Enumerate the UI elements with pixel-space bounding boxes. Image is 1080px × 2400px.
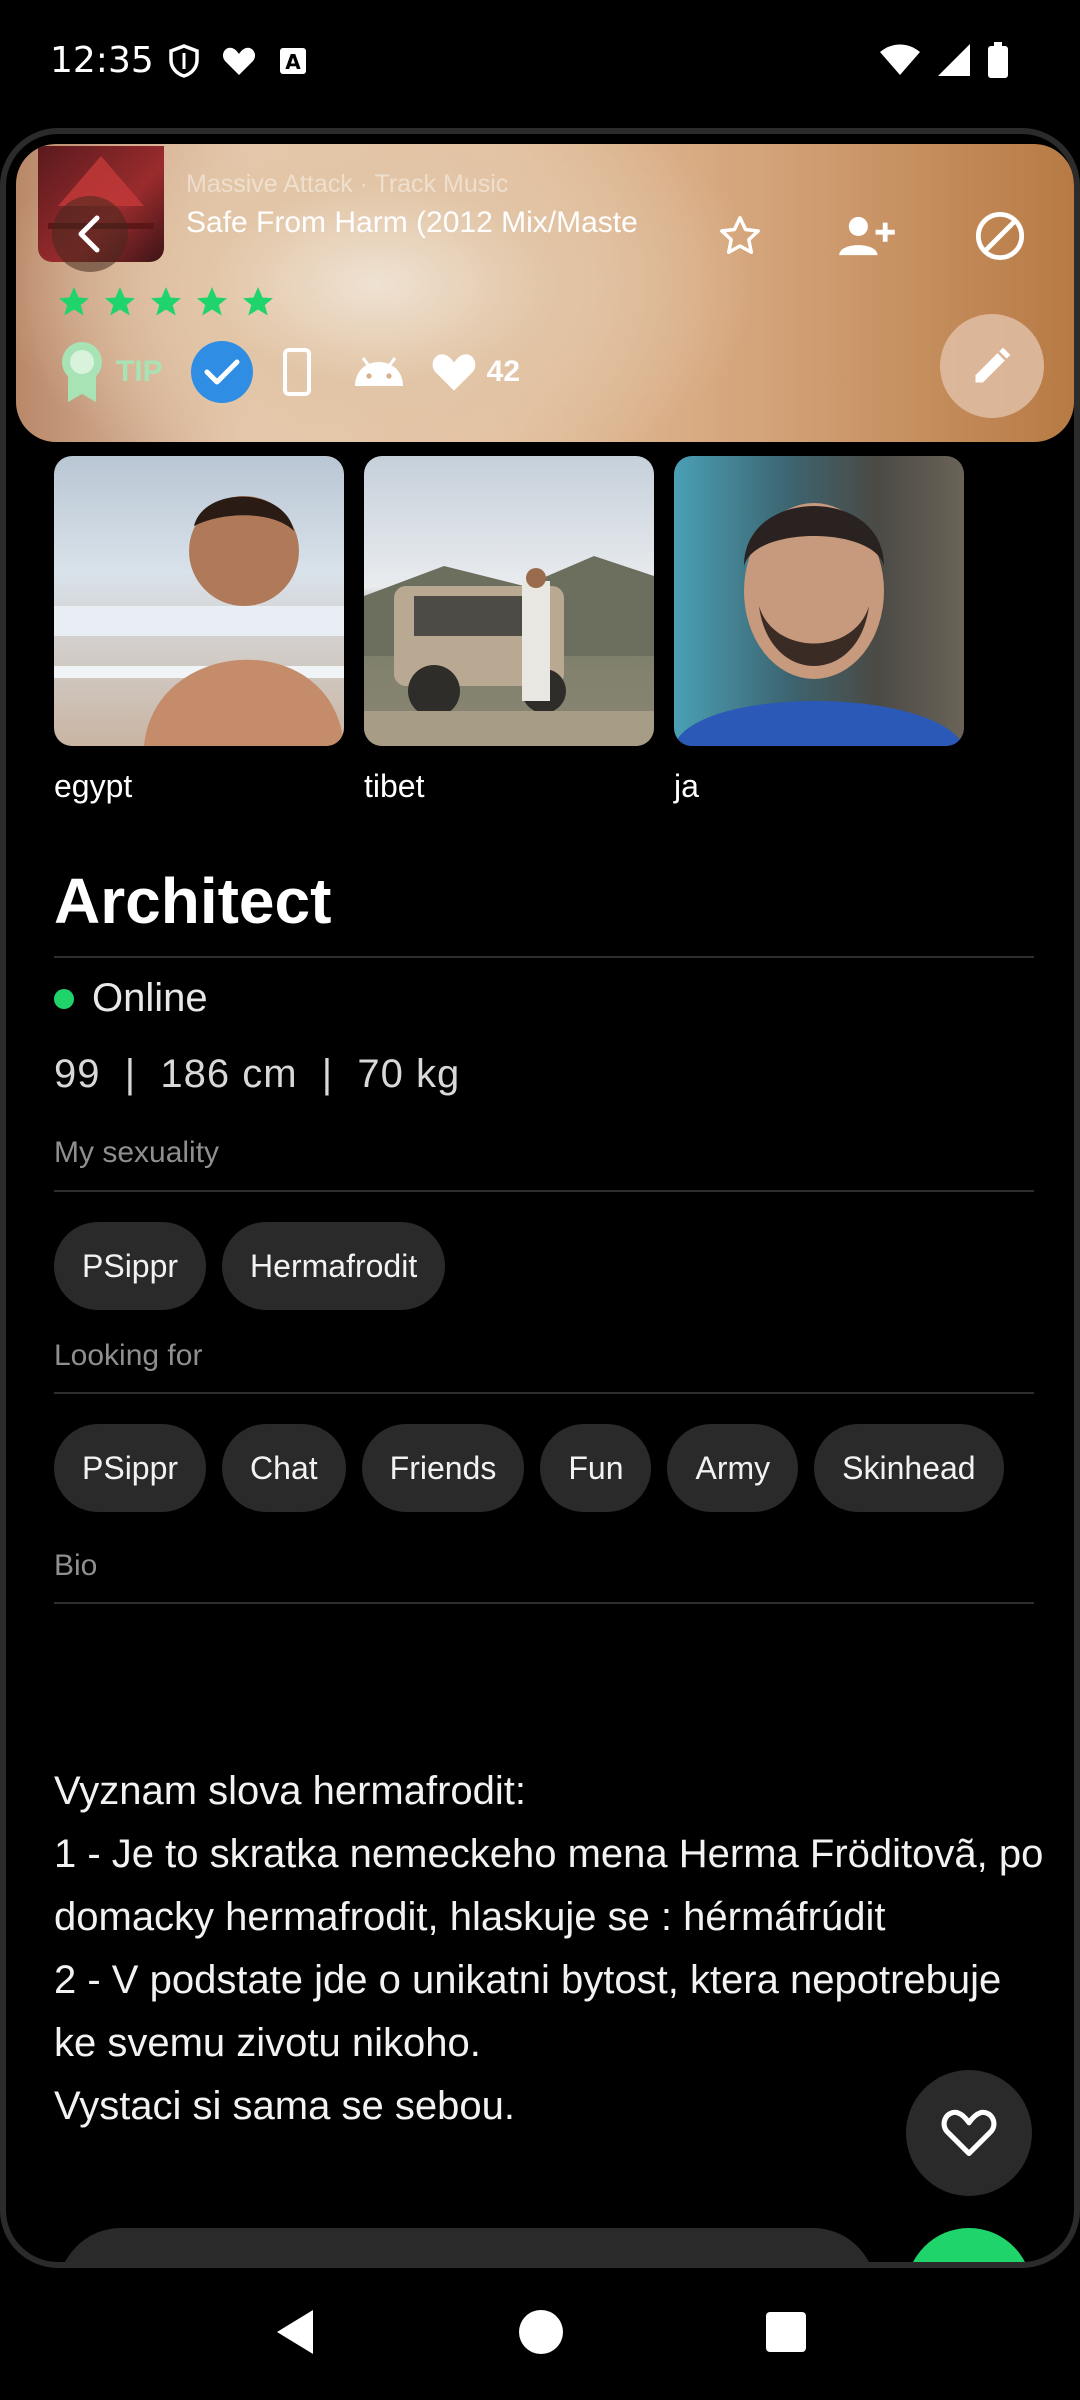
badges-row: TIP 42 bbox=[56, 340, 520, 404]
music-artist: Massive Attack · Track Music bbox=[186, 170, 509, 198]
chip[interactable]: Fun bbox=[540, 1424, 652, 1512]
online-dot-icon bbox=[54, 988, 74, 1009]
edit-button[interactable] bbox=[940, 314, 1044, 418]
pencil-icon bbox=[975, 347, 1011, 383]
profile-stats: 99 | 186 cm | 70 kg bbox=[54, 1052, 461, 1096]
chip[interactable]: Chat bbox=[222, 1424, 346, 1512]
tip-badge: TIP bbox=[116, 355, 163, 388]
profile-name: Architect bbox=[54, 865, 332, 937]
profile-screen: Massive Attack · Track Music Safe From H… bbox=[0, 128, 1080, 2268]
star-icon bbox=[151, 287, 181, 316]
shield-icon bbox=[168, 44, 200, 83]
star-icon bbox=[105, 287, 135, 316]
divider bbox=[54, 956, 1034, 958]
photo-item[interactable]: ja bbox=[674, 456, 964, 805]
verified-badge bbox=[190, 341, 253, 403]
nav-back-icon[interactable] bbox=[273, 2308, 317, 2361]
status-bar: 12:35 A bbox=[0, 0, 1080, 128]
chip[interactable]: Skinhead bbox=[814, 1424, 1004, 1512]
heart-like-icon bbox=[432, 354, 476, 391]
photo-thumbnail[interactable] bbox=[364, 456, 654, 746]
nav-home-icon[interactable] bbox=[517, 2308, 565, 2361]
divider bbox=[54, 1602, 1034, 1604]
bio-label: Bio bbox=[54, 1549, 98, 1582]
photo-caption: tibet bbox=[364, 768, 425, 804]
looking-for-label: Looking for bbox=[54, 1339, 203, 1372]
wifi-icon bbox=[880, 44, 920, 81]
check-icon bbox=[204, 359, 240, 385]
bio-text: Vyznam slova hermafrodit: 1 - Je to skra… bbox=[54, 1769, 1044, 2128]
like-count: 42 bbox=[486, 355, 521, 388]
music-title[interactable]: Safe From Harm (2012 Mix/Maste bbox=[186, 206, 706, 240]
block-icon bbox=[975, 211, 1025, 261]
svg-text:A: A bbox=[285, 50, 301, 74]
nav-recents-icon[interactable] bbox=[765, 2311, 807, 2358]
online-status: Online bbox=[54, 976, 1034, 1021]
photo-thumbnail[interactable] bbox=[674, 456, 964, 746]
award-icon bbox=[62, 342, 102, 402]
photo-item[interactable]: tibet bbox=[364, 456, 654, 805]
battery-icon bbox=[988, 42, 1008, 83]
font-status-icon: A bbox=[278, 46, 308, 81]
add-friend-button[interactable] bbox=[836, 206, 896, 266]
like-button[interactable] bbox=[906, 2070, 1032, 2196]
looking-for-chips: PSippr Chat Friends Fun Army Skinhead bbox=[54, 1424, 1034, 1512]
block-button[interactable] bbox=[970, 206, 1030, 266]
favorite-star-button[interactable] bbox=[710, 206, 770, 266]
star-icon bbox=[197, 287, 227, 316]
message-composer: 文A bbox=[58, 2228, 876, 2262]
photo-gallery: egypt tibet ja bbox=[54, 456, 964, 805]
photo-item[interactable]: egypt bbox=[54, 456, 344, 805]
star-icon bbox=[59, 287, 89, 316]
divider bbox=[54, 1392, 1034, 1394]
heart-outline-icon bbox=[941, 2109, 997, 2157]
photo-caption: egypt bbox=[54, 768, 133, 804]
photo-thumbnail[interactable] bbox=[54, 456, 344, 746]
sexuality-chips: PSippr Hermafrodit bbox=[54, 1222, 1034, 1310]
phone-device-icon bbox=[282, 348, 311, 396]
heart-status-icon bbox=[222, 46, 256, 81]
divider bbox=[54, 1190, 1034, 1192]
music-header-card: Massive Attack · Track Music Safe From H… bbox=[16, 144, 1074, 442]
photo-caption: ja bbox=[674, 768, 699, 804]
back-button[interactable] bbox=[52, 196, 128, 272]
person-add-icon bbox=[839, 216, 895, 256]
chip[interactable]: Army bbox=[667, 1424, 799, 1512]
star-outline-icon bbox=[720, 216, 760, 255]
status-time: 12:35 bbox=[50, 40, 154, 81]
chip[interactable]: PSippr bbox=[54, 1424, 207, 1512]
chip[interactable]: PSippr bbox=[54, 1222, 207, 1310]
online-status-text: Online bbox=[92, 976, 208, 1020]
signal-icon bbox=[938, 44, 970, 81]
send-message-button[interactable] bbox=[906, 2228, 1032, 2262]
sexuality-label: My sexuality bbox=[54, 1136, 220, 1169]
system-nav-bar bbox=[0, 2268, 1080, 2400]
chip[interactable]: Friends bbox=[361, 1424, 525, 1512]
android-icon bbox=[354, 357, 403, 386]
chevron-left-icon bbox=[78, 215, 100, 253]
chip[interactable]: Hermafrodit bbox=[222, 1222, 446, 1310]
star-icon bbox=[243, 287, 273, 316]
rating-stars bbox=[56, 284, 276, 320]
